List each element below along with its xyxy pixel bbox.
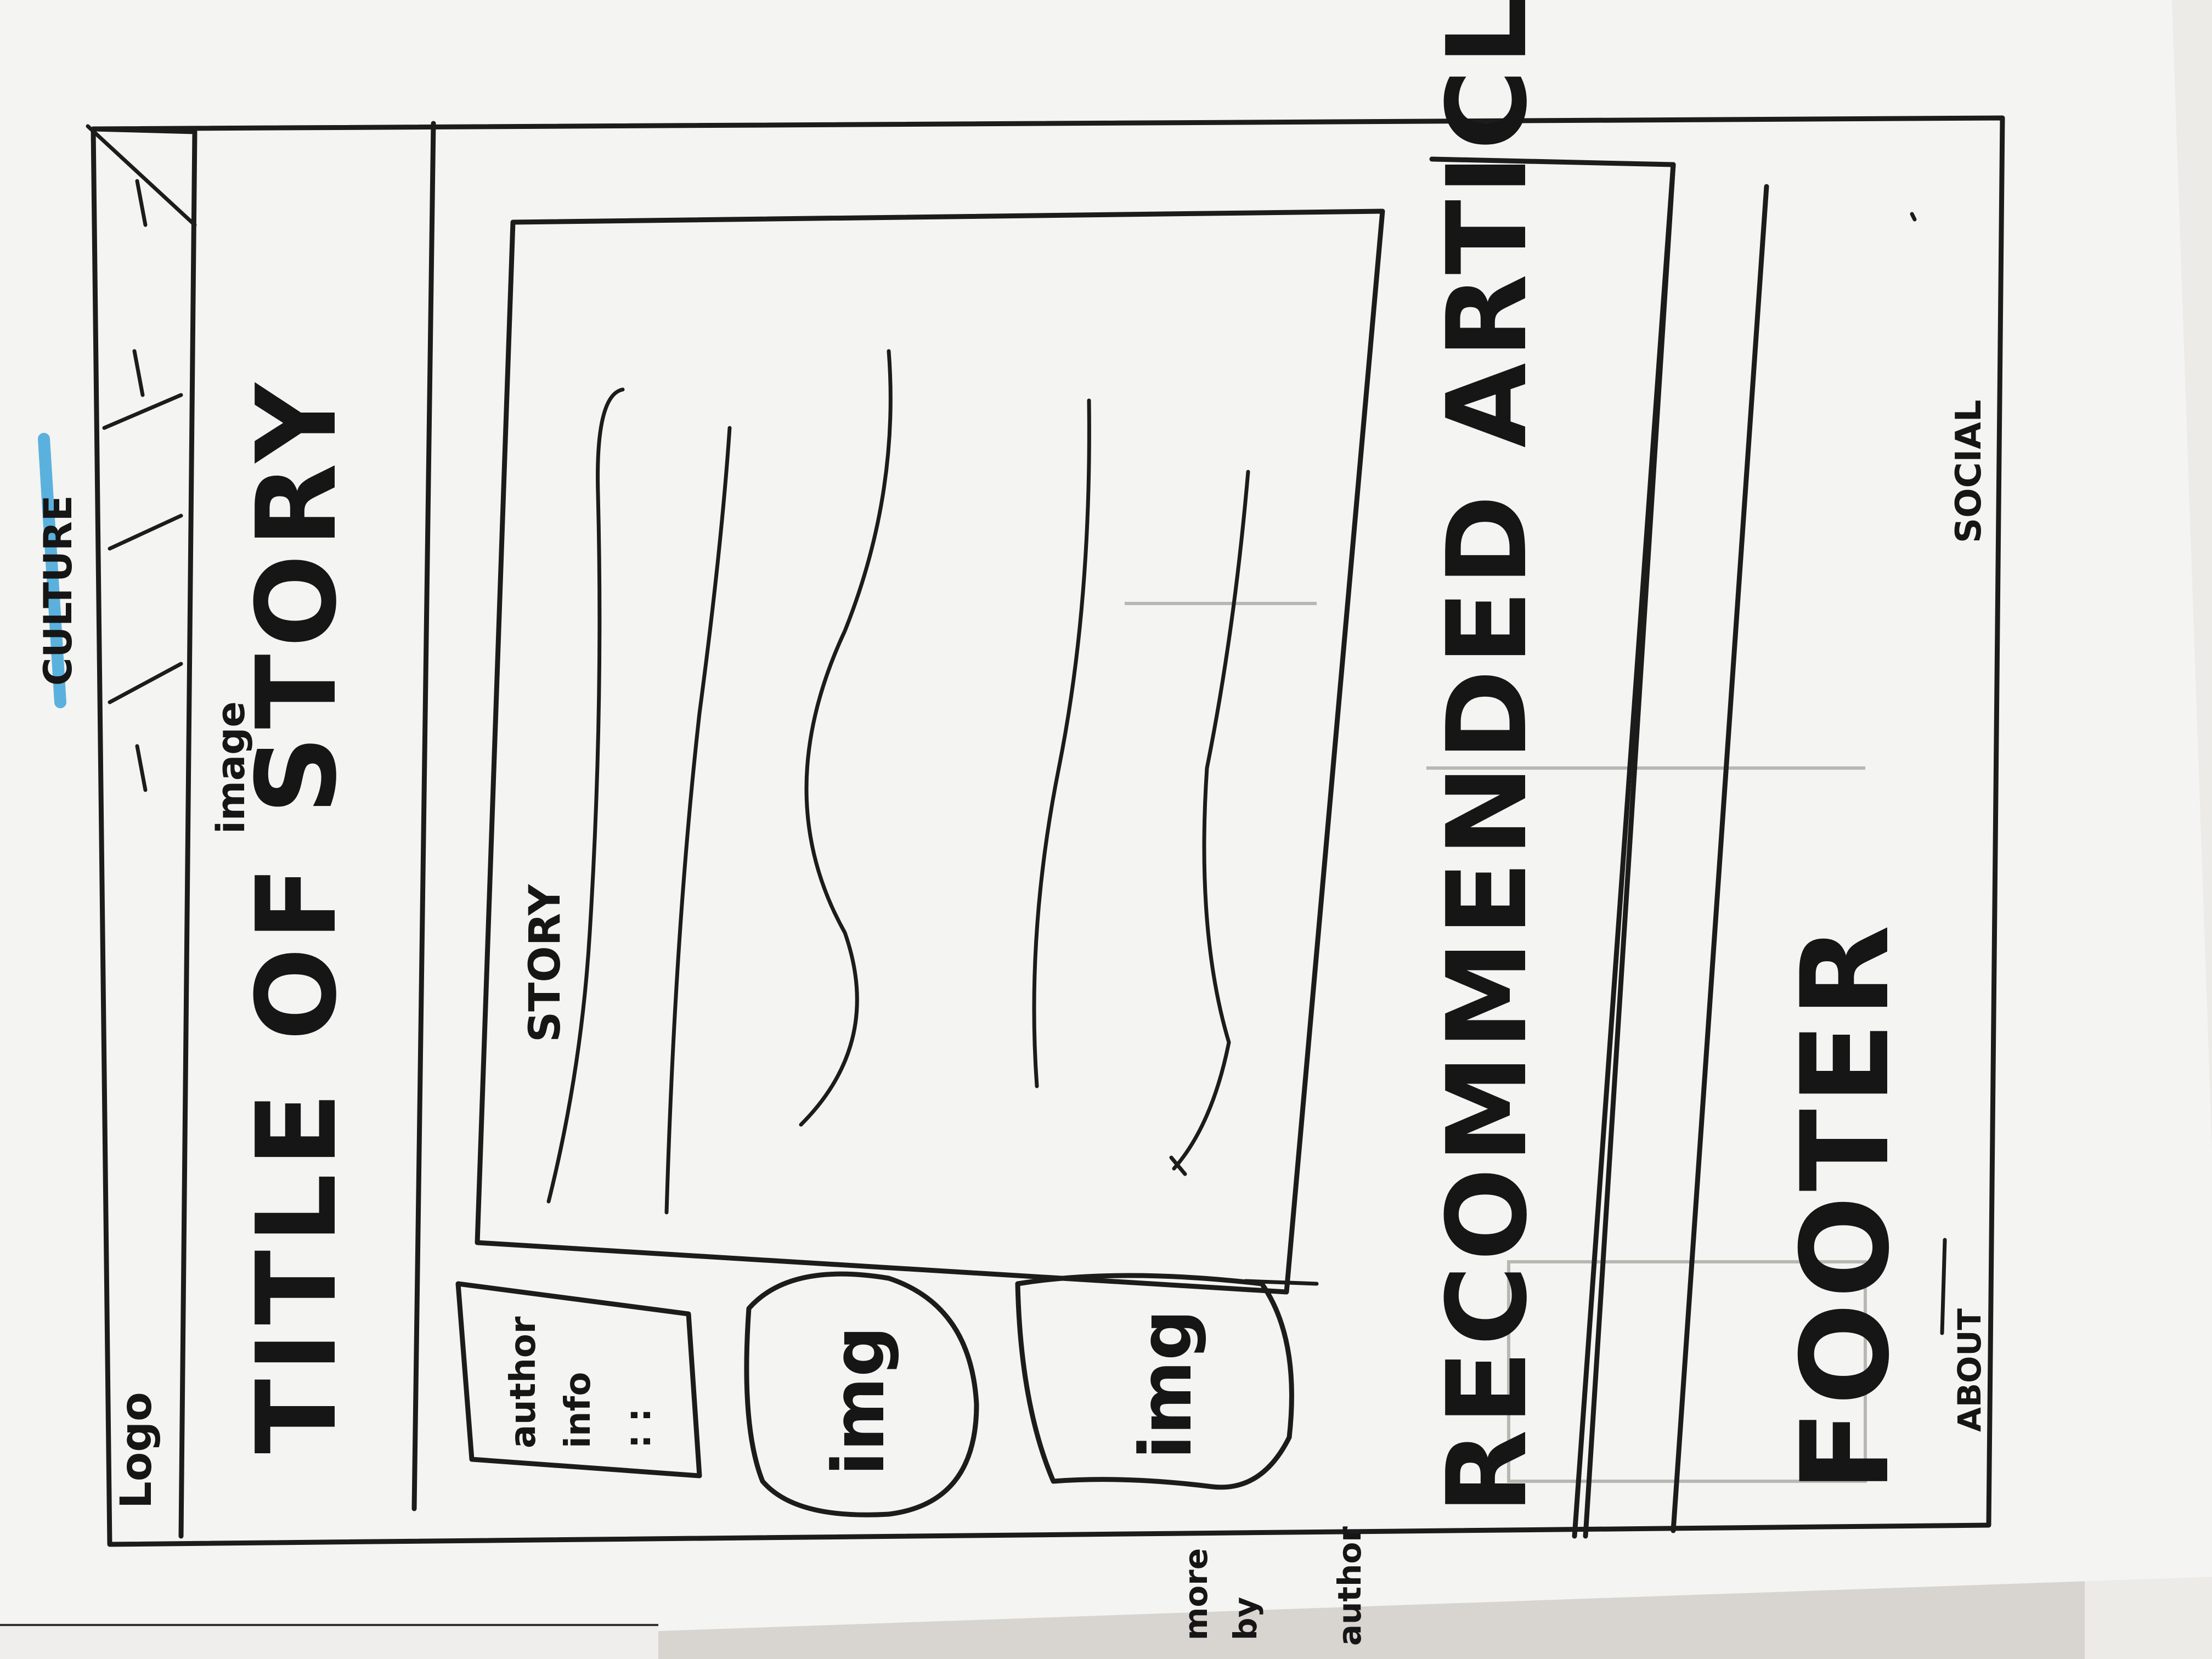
side-column-divider [1243,1279,1319,1286]
img-label-1: img [817,1326,900,1476]
about-label: ABOUT [1951,1308,1988,1432]
recommended-band-inner [1583,162,1676,1539]
footer-label: FOOTER [1775,921,1916,1492]
nav-dash [132,349,145,397]
culture-nav-label: CULTURE [36,495,81,686]
nav-dash [135,744,148,792]
author-info-line2: info [558,1372,599,1448]
nav-dash [135,179,148,227]
author-info-line1: author [503,1316,544,1448]
nav-divider [102,393,183,430]
story-label: STORY [521,884,570,1042]
story-text-lines [546,349,1250,1215]
recommended-articles-label: RECOMMENDED ARTICLES [1424,0,1551,1514]
more-by-author-line1: more [1177,1548,1215,1640]
photo-stage: Logo CULTURE TITLE OF STORY image STORY … [0,0,2212,1659]
footer-bottom-tick [1940,1238,1947,1335]
story-title: TITLE OF STORY [233,376,361,1454]
nav-divider [108,514,183,551]
nav-divider [108,662,183,704]
story-block [475,208,1385,1295]
img-label-2: img [1124,1310,1207,1459]
footer-band [1671,184,1769,1533]
title-band [411,121,436,1511]
wireframe-sketch: Logo CULTURE TITLE OF STORY image STORY … [36,0,2005,1646]
more-by-author-line2: by [1227,1597,1264,1640]
image-note: image [208,701,253,834]
author-info-line3: : : [618,1408,659,1448]
more-by-author-line3: author [1331,1526,1368,1646]
footer-mark [1910,212,1917,222]
social-label: SOCIAL [1949,399,1989,543]
logo-label: Logo [112,1392,161,1509]
